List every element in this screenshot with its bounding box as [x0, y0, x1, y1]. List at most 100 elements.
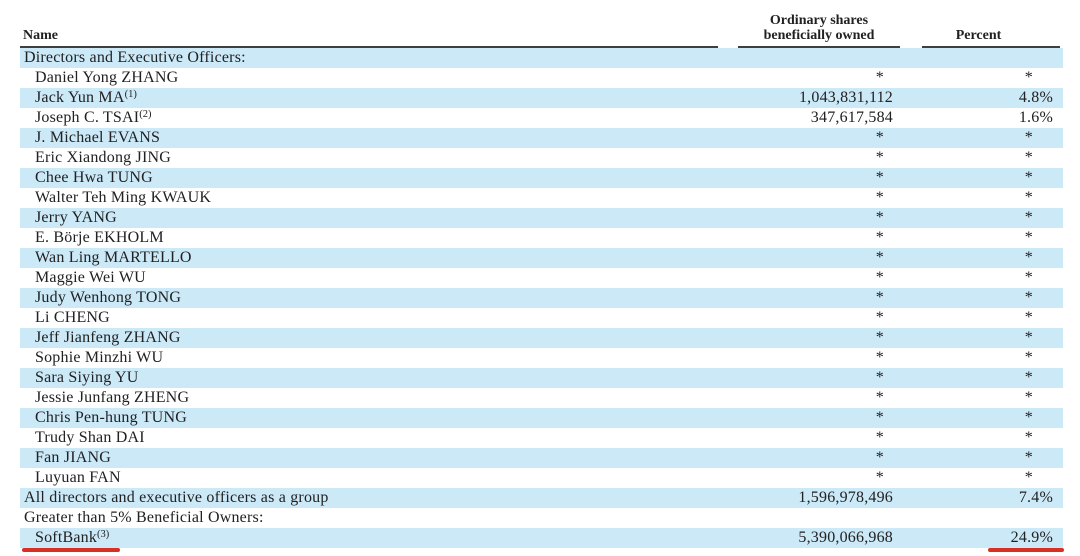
percent-cell: *: [893, 168, 1053, 188]
percent-cell: *: [893, 148, 1053, 168]
shares-cell: 1,596,978,496: [648, 488, 893, 508]
percent-red-underline-annotation: [988, 548, 1064, 552]
row-spacer: [1053, 328, 1063, 348]
shares-cell: 347,617,584: [648, 108, 893, 128]
row-spacer: [1053, 268, 1063, 288]
owner-name: E. Börje EKHOLM: [35, 229, 164, 246]
table-row: Maggie Wei WU * *: [20, 268, 1063, 288]
shares-cell: *: [648, 348, 893, 368]
percent-cell: *: [893, 268, 1053, 288]
name-cell: Trudy Shan DAI: [20, 428, 648, 448]
owner-name: Walter Teh Ming KWAUK: [35, 189, 212, 206]
percent-cell: [893, 508, 1053, 528]
shares-cell: *: [648, 188, 893, 208]
percent-cell: *: [893, 228, 1053, 248]
shares-value: *: [875, 169, 884, 186]
shares-cell: *: [648, 208, 893, 228]
percent-cell: *: [893, 68, 1053, 88]
percent-cell: 24.9%: [893, 528, 1053, 548]
name-cell: Eric Xiandong JING: [20, 148, 648, 168]
shares-cell: *: [648, 268, 893, 288]
row-spacer: [1053, 68, 1063, 88]
table-row: Fan JIANG * *: [20, 448, 1063, 468]
shares-value: *: [875, 149, 884, 166]
owner-name: Joseph C. TSAI: [35, 109, 140, 126]
row-spacer: [1053, 248, 1063, 268]
name-cell: Daniel Yong ZHANG: [20, 68, 648, 88]
shares-value: 1,596,978,496: [798, 489, 893, 506]
shares-cell: *: [648, 368, 893, 388]
table-row: Walter Teh Ming KWAUK * *: [20, 188, 1063, 208]
row-spacer: [1053, 448, 1063, 468]
table-row: SoftBank(3) 5,390,066,968 24.9%: [20, 528, 1063, 548]
table-header: Name Ordinary shares beneficially owned …: [20, 0, 1063, 48]
shares-cell: *: [648, 308, 893, 328]
shares-value: *: [875, 349, 884, 366]
shares-value: *: [875, 449, 884, 466]
beneficial-ownership-table: Name Ordinary shares beneficially owned …: [0, 0, 1080, 556]
row-spacer: [1053, 308, 1063, 328]
shares-value: *: [875, 289, 884, 306]
name-cell: Greater than 5% Beneficial Owners:: [20, 508, 648, 528]
owner-name: Trudy Shan DAI: [35, 429, 145, 446]
owner-name: Jeff Jianfeng ZHANG: [35, 329, 181, 346]
shares-value: *: [875, 369, 884, 386]
percent-header-label: Percent: [955, 28, 1002, 43]
percent-value: *: [1024, 329, 1033, 346]
percent-value: *: [1024, 349, 1033, 366]
row-spacer: [1053, 108, 1063, 128]
shares-header-line1: Ordinary shares: [769, 13, 869, 28]
percent-cell: 7.4%: [893, 488, 1053, 508]
footnote-reference: (1): [124, 88, 137, 100]
owner-name: Fan JIANG: [35, 449, 112, 466]
shares-header-line2: beneficially owned: [763, 28, 875, 43]
percent-cell: *: [893, 188, 1053, 208]
row-spacer: [1053, 388, 1063, 408]
footnote-reference: (2): [139, 108, 152, 120]
name-cell: Fan JIANG: [20, 448, 648, 468]
percent-cell: *: [893, 428, 1053, 448]
percent-value: *: [1024, 249, 1033, 266]
row-spacer: [1053, 168, 1063, 188]
row-spacer: [1053, 408, 1063, 428]
owner-name: Li CHENG: [35, 309, 110, 326]
name-cell: Sophie Minzhi WU: [20, 348, 648, 368]
shares-value: *: [875, 329, 884, 346]
shares-value: *: [875, 409, 884, 426]
shares-cell: *: [648, 148, 893, 168]
column-header-shares: Ordinary shares beneficially owned: [738, 0, 900, 48]
shares-value: 347,617,584: [810, 109, 893, 126]
shares-cell: *: [648, 408, 893, 428]
shares-value: *: [875, 389, 884, 406]
shares-cell: 5,390,066,968: [648, 528, 893, 548]
percent-cell: *: [893, 408, 1053, 428]
ownership-table: Name Ordinary shares beneficially owned …: [20, 0, 1063, 548]
percent-value: *: [1024, 409, 1033, 426]
owner-name: Judy Wenhong TONG: [35, 289, 182, 306]
table-row: All directors and executive officers as …: [20, 488, 1063, 508]
table-row: Wan Ling MARTELLO * *: [20, 248, 1063, 268]
percent-value: *: [1024, 289, 1033, 306]
table-row: Eric Xiandong JING * *: [20, 148, 1063, 168]
header-gap: [718, 0, 738, 48]
name-cell: J. Michael EVANS: [20, 128, 648, 148]
shares-cell: *: [648, 328, 893, 348]
table-row: Directors and Executive Officers:: [20, 48, 1063, 68]
shares-value: *: [875, 429, 884, 446]
shares-value: *: [875, 469, 884, 486]
name-cell: Walter Teh Ming KWAUK: [20, 188, 648, 208]
row-spacer: [1053, 288, 1063, 308]
owner-name: Sara Siying YU: [35, 369, 139, 386]
shares-value: *: [875, 209, 884, 226]
percent-value: 24.9%: [1010, 529, 1053, 546]
shares-cell: [648, 48, 893, 68]
table-row: Jessie Junfang ZHENG * *: [20, 388, 1063, 408]
owner-name: Daniel Yong ZHANG: [35, 69, 179, 86]
row-spacer: [1053, 468, 1063, 488]
name-cell: Luyuan FAN: [20, 468, 648, 488]
name-cell: Judy Wenhong TONG: [20, 288, 648, 308]
name-cell: All directors and executive officers as …: [20, 488, 648, 508]
name-cell: Joseph C. TSAI(2): [20, 108, 648, 128]
owner-name: Greater than 5% Beneficial Owners:: [24, 509, 264, 526]
percent-value: *: [1024, 209, 1033, 226]
